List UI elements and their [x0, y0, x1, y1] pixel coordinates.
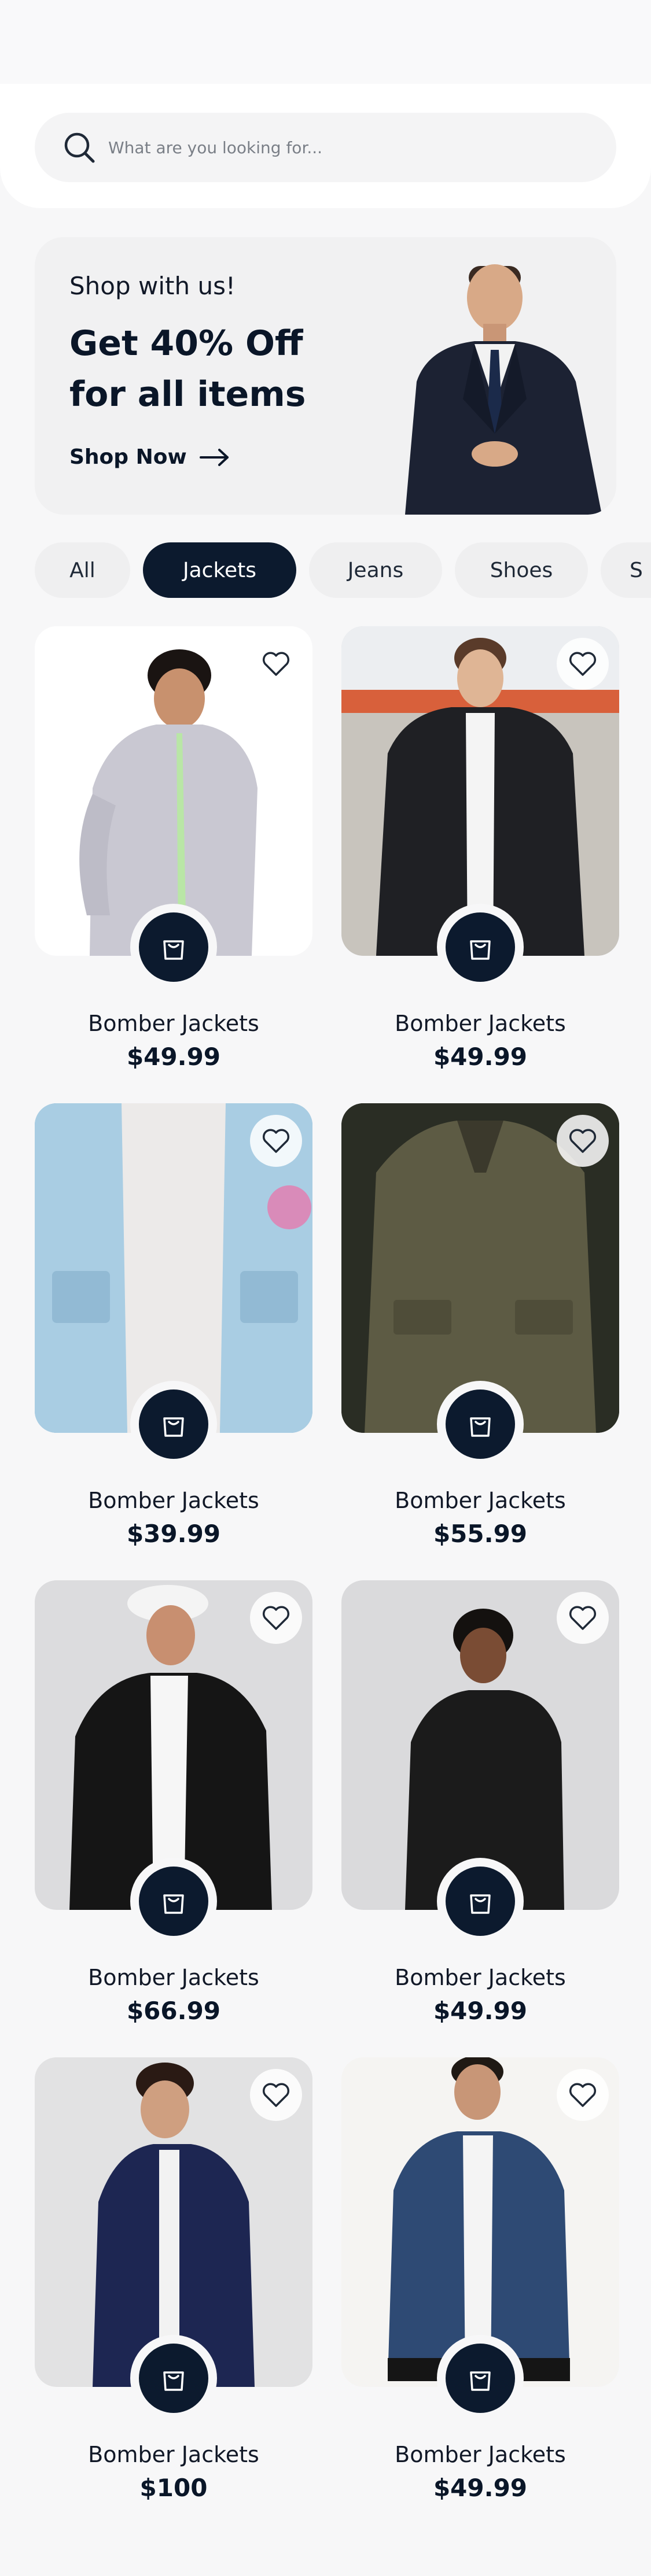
product-name: Bomber Jackets: [395, 1965, 566, 1990]
shopping-bag-icon: [163, 2371, 184, 2391]
search-bar[interactable]: [35, 113, 616, 182]
shopping-bag-icon: [470, 940, 491, 960]
product-name: Bomber Jackets: [88, 2442, 259, 2467]
favorite-button[interactable]: [557, 2069, 609, 2121]
model-image: [405, 264, 602, 515]
search-icon: [64, 132, 95, 163]
heart-icon: [262, 652, 290, 676]
product-name: Bomber Jackets: [88, 1011, 259, 1036]
tab-shoes[interactable]: Shoes: [455, 542, 588, 598]
add-to-bag-button[interactable]: [446, 1867, 515, 1936]
shopping-bag-icon: [163, 1894, 184, 1914]
tab-all[interactable]: All: [35, 542, 130, 598]
heart-icon: [569, 1606, 597, 1630]
product-price: $55.99: [433, 1520, 528, 1548]
favorite-button[interactable]: [557, 1115, 609, 1167]
shopping-bag-icon: [163, 940, 184, 960]
shopping-bag-icon: [470, 1894, 491, 1914]
product-price: $100: [139, 2474, 208, 2502]
tab-jeans[interactable]: Jeans: [309, 542, 442, 598]
add-to-bag-button[interactable]: [139, 912, 208, 982]
shopping-bag-icon: [470, 1417, 491, 1437]
tab-label: Shoes: [490, 558, 553, 582]
promo-headline: Get 40% Off for all items: [69, 323, 306, 415]
search-input[interactable]: [108, 138, 571, 157]
tab-label: Jeans: [347, 558, 404, 582]
arrow-right-icon: [199, 448, 229, 466]
product-name: Bomber Jackets: [395, 2442, 566, 2467]
product-price: $66.99: [126, 1997, 221, 2025]
add-to-bag-button[interactable]: [139, 2344, 208, 2413]
add-to-bag-button[interactable]: [139, 1867, 208, 1936]
favorite-button[interactable]: [250, 1592, 302, 1644]
add-to-bag-button[interactable]: [446, 1389, 515, 1459]
product-price: $49.99: [433, 2474, 528, 2502]
heart-icon: [569, 2083, 597, 2107]
status-area: [0, 0, 651, 84]
shop-now-label: Shop Now: [69, 445, 187, 469]
tab-label: Jackets: [182, 558, 257, 582]
add-to-bag-button[interactable]: [446, 2344, 515, 2413]
product-price: $49.99: [433, 1997, 528, 2025]
tab-more[interactable]: S: [601, 542, 651, 598]
promo-kicker: Shop with us!: [69, 272, 236, 300]
product-price: $49.99: [433, 1043, 528, 1071]
favorite-button[interactable]: [557, 638, 609, 690]
category-tabs: All Jackets Jeans Shoes S: [35, 542, 651, 600]
shopping-bag-icon: [163, 1417, 184, 1437]
favorite-button[interactable]: [250, 2069, 302, 2121]
shop-now-button[interactable]: Shop Now: [69, 445, 231, 469]
favorite-button[interactable]: [250, 638, 302, 690]
heart-icon: [569, 1129, 597, 1153]
tab-jackets[interactable]: Jackets: [143, 542, 296, 598]
product-name: Bomber Jackets: [395, 1488, 566, 1513]
add-to-bag-button[interactable]: [139, 1389, 208, 1459]
product-name: Bomber Jackets: [88, 1965, 259, 1990]
product-name: Bomber Jackets: [395, 1011, 566, 1036]
heart-icon: [262, 1606, 290, 1630]
product-price: $39.99: [126, 1520, 221, 1548]
tab-label: All: [69, 558, 95, 582]
favorite-button[interactable]: [250, 1115, 302, 1167]
heart-icon: [262, 1129, 290, 1153]
product-name: Bomber Jackets: [88, 1488, 259, 1513]
favorite-button[interactable]: [557, 1592, 609, 1644]
heart-icon: [262, 2083, 290, 2107]
heart-icon: [569, 652, 597, 676]
shopping-bag-icon: [470, 2371, 491, 2391]
product-price: $49.99: [126, 1043, 221, 1071]
add-to-bag-button[interactable]: [446, 912, 515, 982]
tab-label: S: [630, 558, 643, 582]
promo-banner[interactable]: Shop with us! Get 40% Off for all items …: [35, 237, 616, 515]
